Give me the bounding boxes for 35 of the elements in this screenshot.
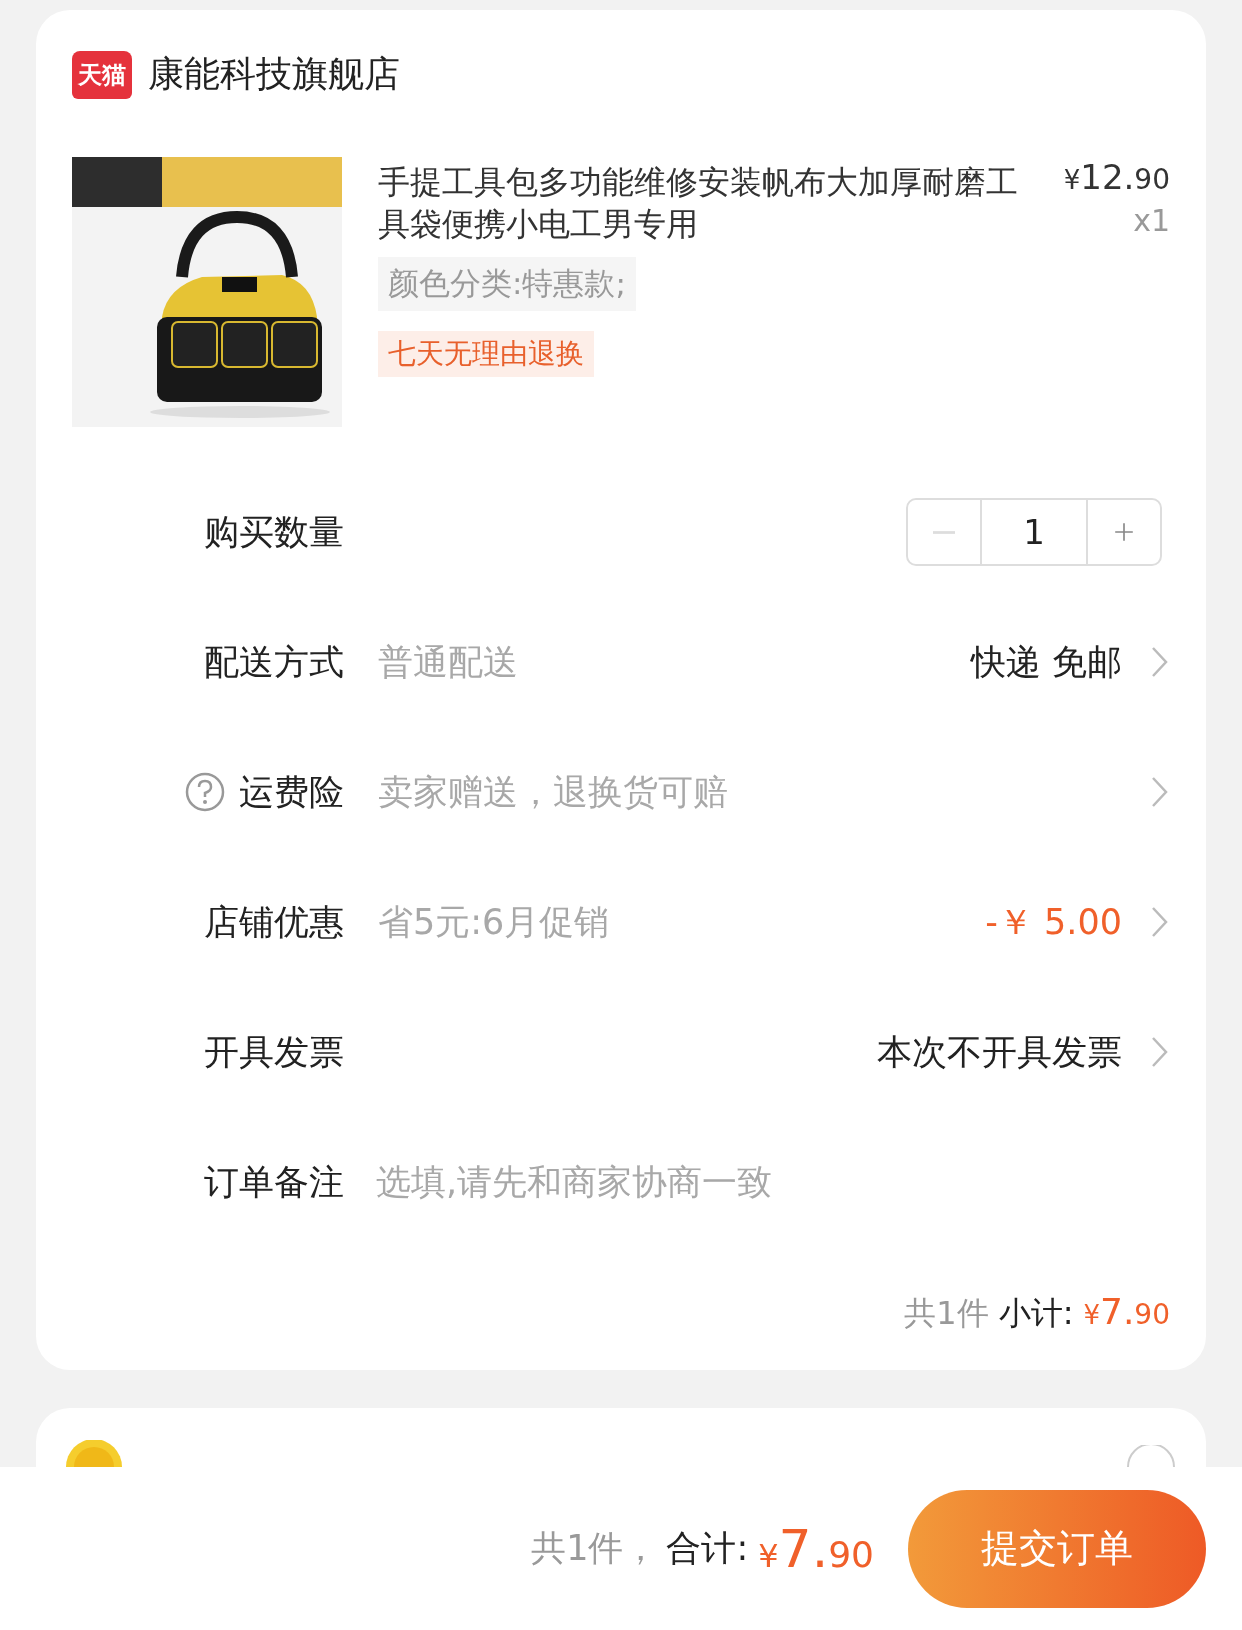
chevron-icon[interactable] — [1150, 1035, 1170, 1069]
product-quantity: x1 — [1132, 203, 1170, 238]
item-count: 共1件 — [904, 1293, 989, 1334]
row-value: 省5元:6月促销 — [378, 900, 610, 944]
help-icon[interactable] — [185, 772, 225, 812]
row-label: 运费险 — [239, 770, 344, 814]
row-label: 配送方式 — [204, 640, 344, 684]
return-tag: 七天无理由退换 — [378, 331, 594, 377]
total-label: 合计: — [666, 1527, 749, 1570]
row-label: 开具发票 — [204, 1030, 344, 1074]
row-label: 订单备注 — [204, 1160, 344, 1204]
chevron-icon[interactable] — [1150, 775, 1170, 809]
row-label: 购买数量 — [204, 510, 344, 554]
store-badge: 天猫 — [72, 50, 132, 99]
note-field[interactable]: 选填,请先和商家协商一致 — [374, 1161, 1170, 1203]
radio-button[interactable] — [1126, 1445, 1176, 1467]
row-option: -￥ 5.00 — [985, 898, 1122, 946]
coin-icon — [66, 1440, 122, 1467]
subtotal-label: 小计: — [998, 1293, 1074, 1334]
sku-label: 颜色分类:特惠款; — [378, 257, 636, 311]
product-price: ¥12.90 — [1063, 157, 1170, 197]
chevron-icon[interactable] — [1150, 905, 1170, 939]
row-label: 店铺优惠 — [204, 900, 344, 944]
total-count: 共1件， — [531, 1527, 659, 1570]
row-option: 快递 免邮 — [970, 638, 1122, 686]
minus-icon — [933, 530, 955, 534]
store-name[interactable]: 康能科技旗舰店 — [148, 50, 400, 99]
chevron-icon[interactable] — [1150, 645, 1170, 679]
product-title[interactable]: 手提工具包多功能维修安装帆布大加厚耐磨工具袋便携小电工男专用 — [378, 161, 1034, 245]
row-option: 本次不开具发票 — [877, 1028, 1122, 1076]
total-amount: ¥7.90 — [758, 1518, 874, 1579]
row-value: 普通配送 — [378, 640, 518, 684]
plus-icon — [1113, 521, 1135, 543]
row-value: 卖家赠送，退换货可赔 — [378, 770, 728, 814]
subtotal-amount: ¥7.90 — [1083, 1291, 1170, 1332]
